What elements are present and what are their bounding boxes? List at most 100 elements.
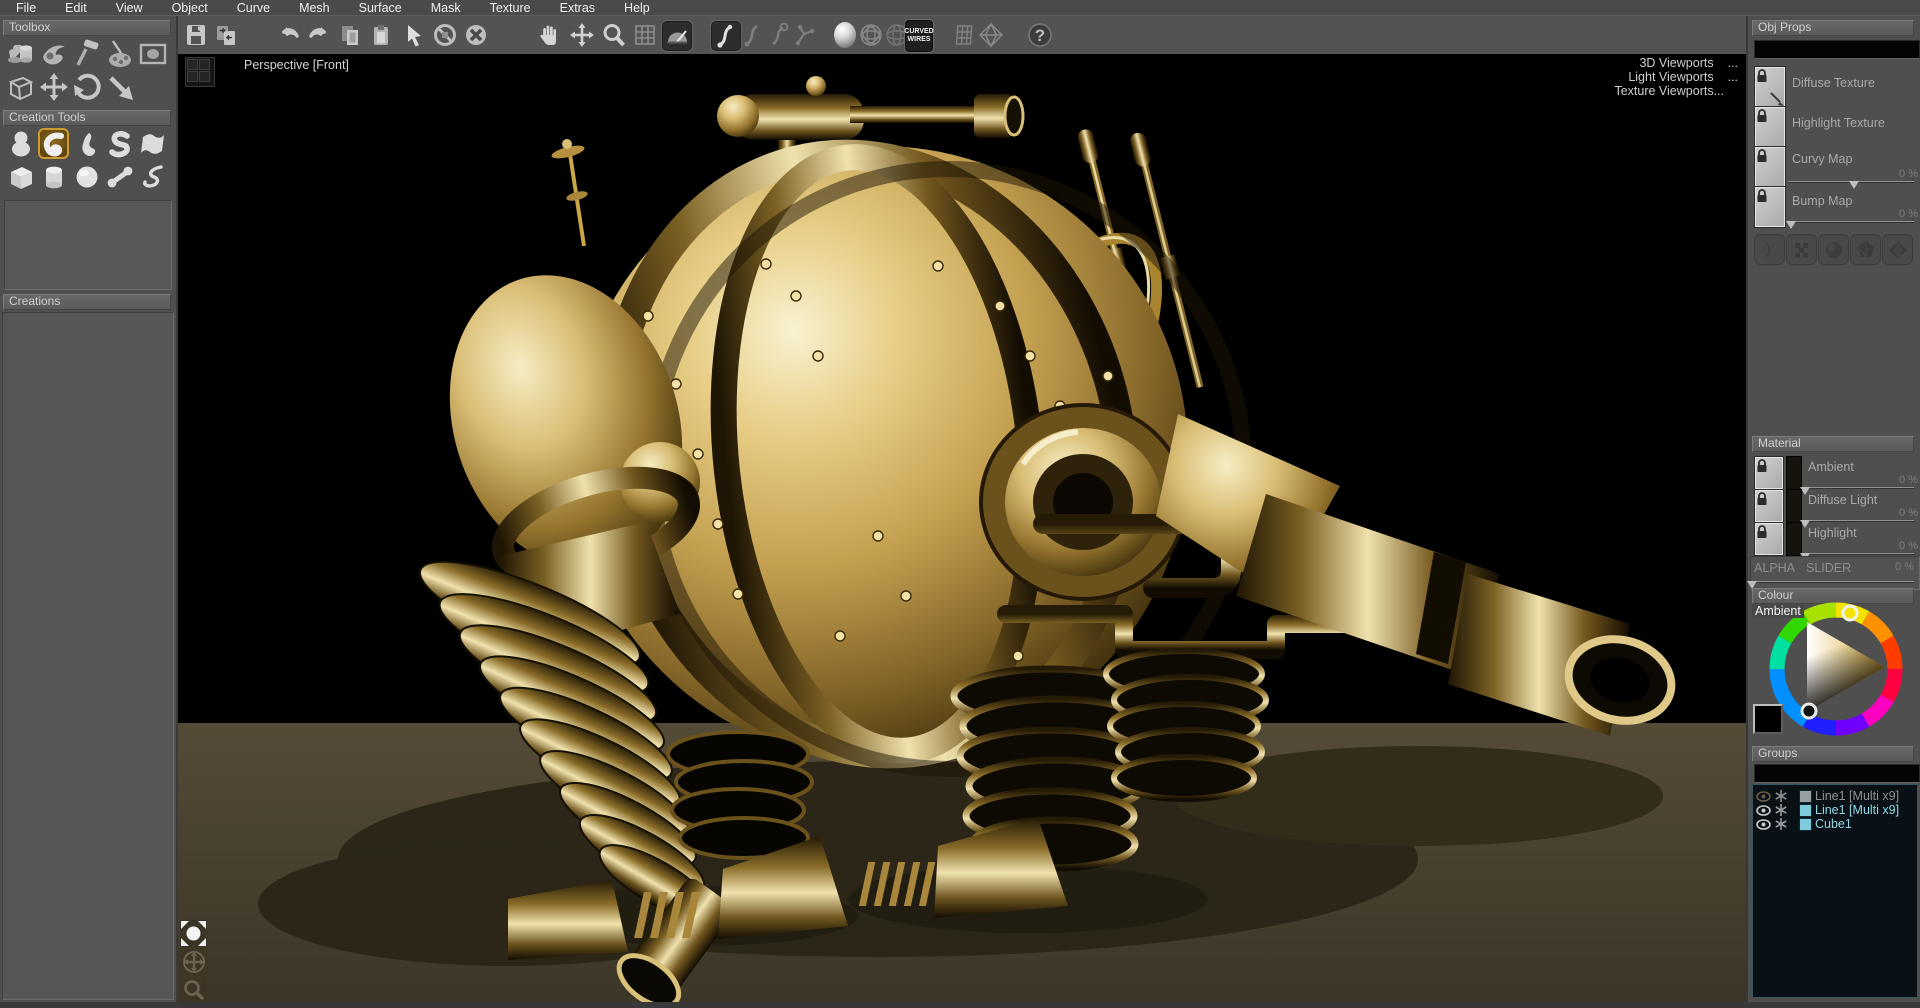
link-light-viewports[interactable]: Light Viewports...: [1614, 70, 1738, 84]
visibility-eye-icon[interactable]: [1756, 805, 1771, 816]
diffuse-light-thumb[interactable]: [1754, 489, 1784, 523]
tool-primitives[interactable]: [5, 38, 36, 69]
menu-object[interactable]: Object: [172, 1, 208, 15]
save-button[interactable]: [182, 21, 210, 49]
curve-point-button[interactable]: [765, 21, 793, 49]
move-button[interactable]: [568, 21, 596, 49]
viewport-canvas[interactable]: Perspective [Front] 3D Viewports... Ligh…: [178, 54, 1746, 1002]
grid-snap-button[interactable]: [631, 21, 659, 49]
diffuse-texture-thumb[interactable]: [1754, 66, 1786, 108]
create-drip[interactable]: [71, 128, 102, 159]
crescent-shade-button[interactable]: [1754, 234, 1785, 265]
freeze-flake-icon[interactable]: [1775, 790, 1787, 802]
menu-view[interactable]: View: [116, 1, 143, 15]
checker-shade-button[interactable]: [1786, 234, 1817, 265]
pan-hand-button[interactable]: [535, 21, 563, 49]
menu-curve[interactable]: Curve: [237, 1, 270, 15]
soft-shade-button[interactable]: [1818, 234, 1849, 265]
group-row-cube1[interactable]: Cube1: [1753, 817, 1917, 831]
group-row-line1-b[interactable]: Line1 [Multi x9]: [1753, 803, 1917, 817]
orbit-nav-button[interactable]: [180, 920, 207, 947]
freeze-flake-icon[interactable]: [1775, 804, 1787, 816]
ambient-thumb[interactable]: [1754, 456, 1784, 490]
select-cursor-button[interactable]: [400, 21, 428, 49]
tool-sculpt[interactable]: [38, 38, 69, 69]
create-bone[interactable]: [104, 161, 135, 192]
zoom-button[interactable]: [600, 21, 628, 49]
delete-button[interactable]: [462, 21, 490, 49]
create-curve-s[interactable]: [104, 128, 135, 159]
creations-list[interactable]: [2, 312, 174, 1000]
create-blob[interactable]: [5, 128, 36, 159]
tool-hammer[interactable]: [71, 38, 102, 69]
menu-extras[interactable]: Extras: [560, 1, 595, 15]
freeze-flake-icon[interactable]: [1775, 818, 1787, 830]
diamond-shade-icon: [1887, 239, 1909, 261]
create-cylinder[interactable]: [38, 161, 69, 192]
subdivide-button[interactable]: [977, 21, 1005, 49]
link-texture-viewports[interactable]: Texture Viewports...: [1614, 84, 1738, 98]
menu-file[interactable]: File: [16, 1, 36, 15]
highlight-color-swatch[interactable]: [1786, 522, 1802, 556]
wireframe-view-button[interactable]: [857, 21, 885, 49]
facet-shade-button[interactable]: [1850, 234, 1881, 265]
menu-surface[interactable]: Surface: [359, 1, 402, 15]
help-button[interactable]: ?: [1026, 21, 1054, 49]
alpha-label: ALPHA: [1754, 561, 1795, 575]
import-export-button[interactable]: [212, 21, 240, 49]
diffuse-light-color-swatch[interactable]: [1786, 489, 1802, 523]
current-colour-swatch[interactable]: [1753, 704, 1783, 734]
create-sheet[interactable]: [137, 128, 168, 159]
bump-map-slider[interactable]: [1788, 216, 1914, 228]
undo-button[interactable]: [275, 21, 303, 49]
visibility-eye-icon[interactable]: [1756, 791, 1771, 802]
diamond-shade-button[interactable]: [1882, 234, 1913, 265]
curvy-map-slider[interactable]: [1788, 176, 1914, 188]
curvy-map-slider-handle[interactable]: [1849, 181, 1859, 189]
ambient-color-swatch[interactable]: [1786, 456, 1802, 490]
paste-button[interactable]: [367, 21, 395, 49]
shaded-view-button[interactable]: [831, 21, 859, 49]
curvy-map-thumb[interactable]: [1754, 146, 1786, 188]
tool-move[interactable]: [38, 71, 69, 102]
create-wire-curve[interactable]: [137, 161, 168, 192]
create-curve-c[interactable]: [38, 128, 69, 159]
object-name-input[interactable]: [1754, 40, 1920, 59]
tool-rotate[interactable]: [71, 71, 102, 102]
sv-triangle[interactable]: [1807, 622, 1885, 712]
groups-filter-input[interactable]: [1754, 764, 1920, 783]
colour-wheel[interactable]: [1764, 602, 1910, 748]
menu-help[interactable]: Help: [624, 1, 650, 15]
tool-render[interactable]: [137, 38, 168, 69]
pan-nav-button[interactable]: [180, 948, 207, 975]
bump-map-slider-handle[interactable]: [1786, 221, 1796, 229]
draw-curve-button[interactable]: [711, 21, 741, 51]
highlight-thumb[interactable]: [1754, 522, 1784, 556]
link-3d-viewports[interactable]: 3D Viewports...: [1614, 56, 1738, 70]
bump-map-thumb[interactable]: [1754, 186, 1786, 228]
uv-grid-button[interactable]: [951, 21, 979, 49]
redo-button[interactable]: [305, 21, 333, 49]
menu-texture[interactable]: Texture: [490, 1, 531, 15]
tool-scale[interactable]: [104, 71, 135, 102]
menu-edit[interactable]: Edit: [65, 1, 87, 15]
alpha-slider[interactable]: [1752, 576, 1914, 588]
protractor-button[interactable]: [662, 21, 692, 51]
zoom-nav-button[interactable]: [180, 976, 207, 1003]
highlight-texture-thumb[interactable]: [1754, 106, 1786, 148]
deselect-button[interactable]: [431, 21, 459, 49]
menu-mask[interactable]: Mask: [431, 1, 461, 15]
group-row-line1-a[interactable]: Line1 [Multi x9]: [1753, 789, 1917, 803]
curved-wires-button[interactable]: CURVED WIRES: [905, 20, 933, 52]
viewport-layout-button[interactable]: [185, 57, 215, 87]
tool-wire-cube[interactable]: [5, 71, 36, 102]
tool-paint[interactable]: [104, 38, 135, 69]
copy-button[interactable]: [336, 21, 364, 49]
curve-skeleton-button[interactable]: [791, 21, 819, 49]
create-cube[interactable]: [5, 161, 36, 192]
edit-curve-button[interactable]: [739, 21, 767, 49]
create-sphere[interactable]: [71, 161, 102, 192]
menu-mesh[interactable]: Mesh: [299, 1, 330, 15]
visibility-eye-icon[interactable]: [1756, 819, 1771, 830]
sv-marker[interactable]: [1802, 704, 1816, 718]
